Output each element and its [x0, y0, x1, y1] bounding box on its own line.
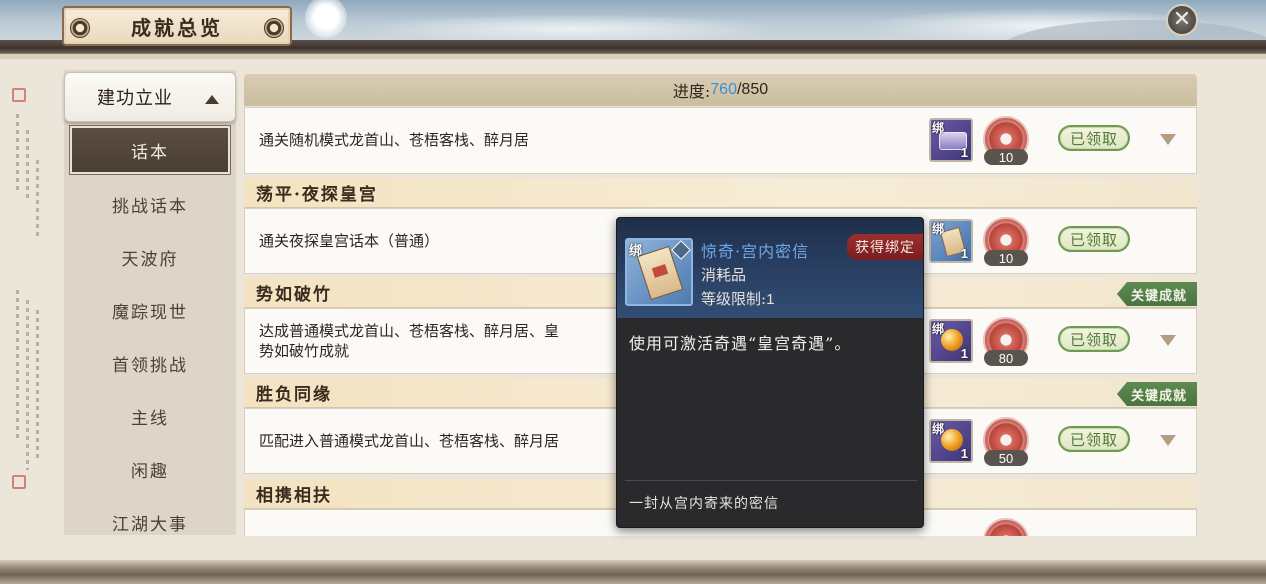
coin-count: 50 — [984, 450, 1028, 466]
item-name: 惊奇·宫内密信 — [701, 242, 810, 261]
claimed-button[interactable]: 已领取 — [1058, 226, 1130, 252]
knot-icon — [264, 18, 284, 38]
coin-count: 80 — [984, 350, 1028, 366]
item-count: 1 — [960, 145, 968, 160]
bind-on-acquire-tag: 获得绑定 — [847, 234, 923, 260]
level-requirement: 等级限制:1 — [701, 288, 774, 309]
nav-item-label: 挑战话本 — [112, 196, 188, 217]
achievement-group-header: 荡平·夜探皇宫 — [244, 178, 1197, 208]
bind-tag: 绑 — [932, 222, 945, 236]
bind-tag: 绑 — [932, 422, 945, 436]
item-count: 1 — [960, 346, 968, 361]
tooltip-divider — [625, 480, 917, 481]
page-title-plate: 成就总览 — [62, 6, 292, 46]
category-label: 建功立业 — [97, 88, 173, 109]
page-title: 成就总览 — [131, 15, 223, 40]
calligraphy-decoration — [26, 300, 29, 470]
bind-tag: 绑 — [932, 322, 945, 336]
bottom-rail — [0, 560, 1266, 584]
nav-item-main-story[interactable]: 主线 — [70, 392, 230, 440]
chevron-up-icon — [205, 95, 219, 104]
achievement-desc: 通关随机模式龙首山、苍梧客栈、醉月居 — [259, 131, 530, 149]
progress-total: /850 — [736, 81, 769, 98]
calligraphy-decoration — [36, 310, 39, 460]
nav-item-label: 主线 — [131, 408, 169, 429]
close-button[interactable]: ✕ — [1166, 4, 1198, 36]
bind-tag: 绑 — [629, 244, 643, 259]
level-label: 等级限制: — [701, 290, 767, 308]
progress-label: 进度: — [672, 82, 711, 101]
nav-item-tianbofu[interactable]: 天波府 — [70, 233, 230, 281]
item-type: 消耗品 — [701, 266, 747, 284]
claimed-button[interactable]: 已领取 — [1058, 125, 1130, 151]
bind-tag: 绑 — [932, 121, 945, 135]
expand-arrow-icon[interactable] — [1160, 134, 1176, 145]
calligraphy-decoration — [26, 130, 29, 200]
achievement-title: 胜负同缘 — [256, 385, 332, 405]
calligraphy-decoration — [36, 160, 39, 240]
calligraphy-decoration — [16, 290, 19, 440]
achievement-title: 相携相扶 — [256, 486, 332, 506]
category-nav: 建功立业 话本 挑战话本 天波府 魔踪现世 首领挑战 主线 闲趣 江湖大事 — [64, 70, 236, 535]
item-description: 使用可激活奇遇“皇宫奇遇”。 — [629, 334, 852, 353]
diamond-icon — [671, 240, 691, 260]
nav-item-label: 天波府 — [121, 249, 179, 270]
achievement-title: 荡平·夜探皇宫 — [256, 185, 378, 205]
claimed-button[interactable]: 已领取 — [1058, 426, 1130, 452]
achievement-row: 通关随机模式龙首山、苍梧客栈、醉月居 绑 1 10 已领取 — [244, 107, 1197, 174]
achievement-desc-line: 势如破竹成就 — [259, 342, 350, 360]
letter-item-icon: 绑 — [625, 238, 693, 306]
coin-count: 10 — [984, 149, 1028, 165]
moon-decoration — [305, 0, 347, 38]
calligraphy-decoration — [16, 114, 19, 194]
nav-item-label: 话本 — [131, 142, 169, 163]
item-tooltip: 绑 惊奇·宫内密信 获得绑定 消耗品 等级限制:1 使用可激活奇遇“皇宫奇遇”。… — [616, 217, 924, 528]
nav-item-label: 首领挑战 — [112, 355, 188, 376]
claimed-button[interactable]: 已领取 — [1058, 326, 1130, 352]
category-dropdown[interactable]: 建功立业 — [64, 72, 236, 122]
nav-item-challenge-huaben[interactable]: 挑战话本 — [70, 180, 230, 228]
expand-arrow-icon[interactable] — [1160, 335, 1176, 346]
expand-arrow-icon[interactable] — [1160, 435, 1176, 446]
calligraphy-scroll-decoration — [4, 70, 44, 530]
nav-item-boss-challenge[interactable]: 首领挑战 — [70, 339, 230, 387]
nav-item-label: 江湖大事 — [112, 514, 188, 535]
nav-item-jianghu-events[interactable]: 江湖大事 — [70, 498, 230, 546]
seal-icon — [12, 475, 26, 489]
close-x-icon: ✕ — [1172, 7, 1192, 32]
progress-bar: 进度: 760 /850 — [244, 74, 1197, 106]
seal-icon — [12, 88, 26, 102]
reward-item-orb[interactable]: 绑 1 — [929, 419, 973, 463]
key-achievement-badge: 关键成就 — [1116, 382, 1197, 406]
top-rail-trim — [0, 54, 1266, 59]
nav-item-mozong[interactable]: 魔踪现世 — [70, 286, 230, 334]
nav-item-huaben[interactable]: 话本 — [69, 125, 231, 175]
orb-icon — [941, 429, 963, 451]
reward-item-chest[interactable]: 绑 1 — [929, 118, 973, 162]
level-value: 1 — [766, 291, 775, 308]
knot-icon — [70, 18, 90, 38]
item-count: 1 — [960, 246, 968, 261]
coin-icon[interactable] — [983, 518, 1029, 536]
achievement-desc: 通关夜探皇宫话本（普通） — [259, 232, 440, 250]
nav-item-label: 魔踪现世 — [112, 302, 188, 323]
item-flavor-text: 一封从宫内寄来的密信 — [629, 496, 779, 512]
progress-current: 760 — [710, 81, 737, 98]
achievement-desc: 匹配进入普通模式龙首山、苍梧客栈、醉月居 — [259, 432, 560, 450]
reward-item-letter[interactable]: 绑 1 — [929, 219, 973, 263]
coin-count: 10 — [984, 250, 1028, 266]
achievement-desc: 达成普通模式龙首山、苍梧客栈、醉月居、皇 势如破竹成就 — [259, 321, 619, 361]
key-achievement-badge: 关键成就 — [1116, 282, 1197, 306]
achievement-title: 势如破竹 — [256, 285, 332, 305]
reward-item-orb[interactable]: 绑 1 — [929, 319, 973, 363]
achievement-desc-line: 达成普通模式龙首山、苍梧客栈、醉月居、皇 — [259, 322, 560, 340]
orb-icon — [941, 329, 963, 351]
item-count: 1 — [960, 446, 968, 461]
nav-item-leisure[interactable]: 闲趣 — [70, 445, 230, 493]
nav-item-label: 闲趣 — [131, 461, 169, 482]
